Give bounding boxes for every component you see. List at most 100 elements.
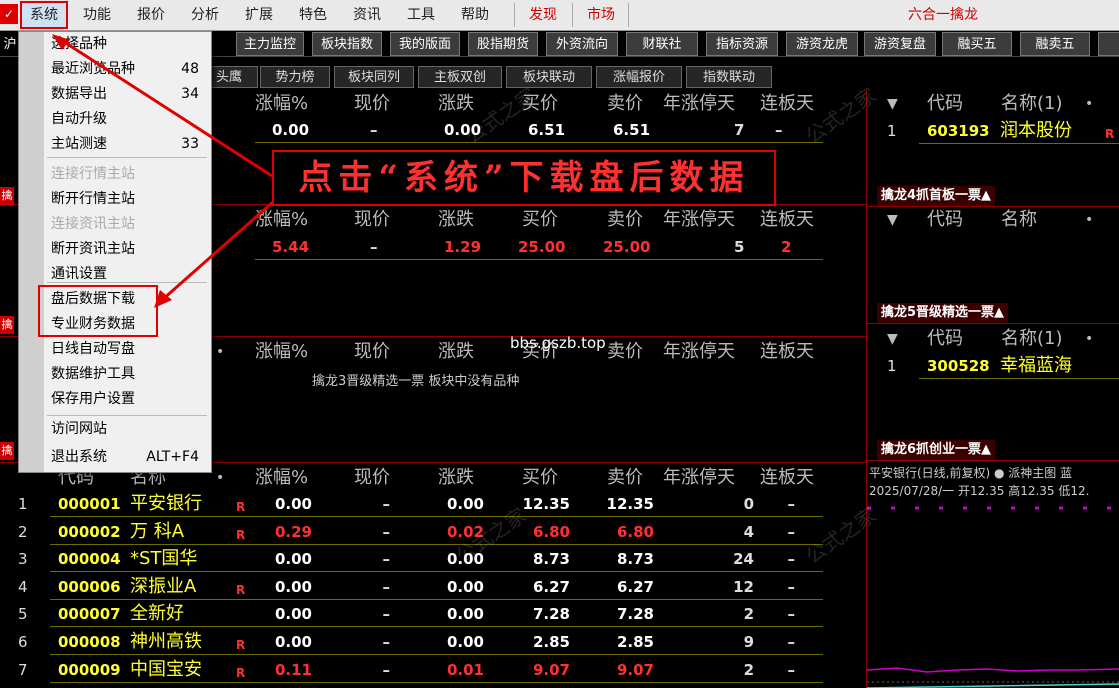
sort-arrow-icon[interactable]: ▼ [887,207,898,233]
stock-code[interactable]: 000004 [58,545,128,573]
menu-market[interactable]: 市场 [578,0,624,30]
menu-item[interactable]: 主站测速 33 [51,132,209,156]
tab[interactable]: 涨幅报价 [596,66,682,88]
menu-item[interactable]: 自动升级 [51,107,209,131]
tab[interactable]: 板块同列 [334,66,414,88]
sort-dot-icon[interactable]: • [1085,91,1093,117]
stock-name[interactable]: 平安银行 [130,490,230,518]
kline-chart[interactable] [867,500,1119,688]
col-header-price: 现价 [354,341,390,362]
menu-item[interactable]: 断开资讯主站 [51,237,209,261]
menu-quote[interactable]: 报价 [128,0,174,30]
tab[interactable]: 主板双创 [418,66,502,88]
col-header-change-pct: 涨幅% [255,467,309,488]
toolbar-button[interactable]: 游资龙虎 [786,32,858,56]
stock-code[interactable]: 000001 [58,490,128,518]
sort-arrow-icon[interactable]: ▼ [887,91,898,117]
stock-name[interactable]: 万 科A [130,518,230,546]
stock-code[interactable]: 603193 [927,117,990,145]
cell: – [382,633,391,651]
menu-help[interactable]: 帮助 [452,0,498,30]
menu-item[interactable]: 断开行情主站 [51,187,209,211]
cell: 6.51 [528,121,566,139]
menu-item[interactable]: 日线自动写盘 [51,337,209,361]
section-badge[interactable]: 擒龙4抓首板一票▲ [877,186,996,206]
sort-arrow-icon[interactable]: ▼ [887,326,898,352]
menu-item[interactable]: 数据维护工具 [51,362,209,386]
cell: – [787,550,796,569]
menu-item-shortcut: 48 [181,61,199,77]
stock-code[interactable]: 000008 [58,628,128,656]
row-index: 2 [18,522,28,541]
toolbar-button[interactable]: 我的版面 [390,32,460,56]
sort-dot-icon[interactable]: • [1085,207,1093,233]
menu-divider [47,157,207,158]
menu-news[interactable]: 资讯 [344,0,390,30]
sort-dot-icon[interactable]: • [1085,326,1093,352]
menu-item-label: 主站测速 [51,136,107,152]
stock-name[interactable]: 深振业A [130,573,230,601]
menu-function[interactable]: 功能 [74,0,120,30]
empty-message: 擒龙3晋级精选一票 板块中没有品种 [312,374,520,389]
menu-item-shortcut: 34 [181,86,199,102]
section-badge[interactable]: 擒龙6抓创业一票▲ [877,440,996,460]
menu-item[interactable]: 保存用户设置 [51,387,209,411]
stock-code[interactable]: 000007 [58,600,128,628]
toolbar-button[interactable]: 融买五 [942,32,1012,56]
col-header-change: 涨跌 [438,467,474,488]
row-underline [919,378,1119,379]
menu-system[interactable]: 系统 [20,1,68,29]
menu-item[interactable]: 访问网站 [51,417,209,441]
stock-code[interactable]: 300528 [927,352,990,380]
toolbar-button[interactable]: 外资流向 [546,32,618,56]
stock-code[interactable]: 000006 [58,573,128,601]
stock-code[interactable]: 000009 [58,656,128,684]
menu-item[interactable]: 最近浏览品种 48 [51,57,209,81]
cell: 0.29 [274,522,312,541]
cell: 5 [734,238,745,256]
sort-dot-icon[interactable]: • [216,339,224,365]
toolbar-button[interactable]: 主力监控 [236,32,304,56]
row-underline [255,259,823,260]
cell: 9.07 [616,660,654,679]
toolbar-button[interactable]: 财联社 [626,32,698,56]
cell: 2 [743,605,754,624]
col-header-change: 涨跌 [438,209,474,230]
toolbar-button-overflow[interactable] [1098,32,1119,56]
menu-item[interactable]: 数据导出 34 [51,82,209,106]
cell: 1.29 [444,238,482,256]
app-window: ✓ 系统 功能 报价 分析 扩展 特色 资讯 工具 帮助 发现 市场 六合一擒龙… [0,0,1119,688]
stock-code[interactable]: 000002 [58,518,128,546]
row-index: 1 [887,357,897,375]
menu-discover[interactable]: 发现 [520,0,566,30]
sort-dot-icon[interactable]: • [216,465,224,491]
section-badge[interactable]: 擒龙5晋级精选一票▲ [877,303,1009,323]
stock-name[interactable]: 润本股份 [1000,117,1072,145]
menu-tools[interactable]: 工具 [398,0,444,30]
toolbar-button[interactable]: 融卖五 [1020,32,1090,56]
toolbar-button[interactable]: 板块指数 [312,32,382,56]
toolbar-button[interactable]: 指标资源 [706,32,778,56]
toolbar-cut-label[interactable]: 沪 [0,32,20,56]
toolbar-button[interactable]: 股指期货 [468,32,538,56]
stock-name[interactable]: 中国宝安 [130,656,230,684]
menu-item-label: 退出系统 [51,449,107,465]
menu-item[interactable]: 退出系统 ALT+F4 [51,445,209,469]
instruction-callout: 点击“系统”下载盘后数据 [272,150,776,206]
stock-name[interactable]: 全新好 [130,600,230,628]
menu-item[interactable]: 选择品种 [51,32,209,56]
cell: 8.73 [532,550,570,569]
highlight-box [38,285,158,337]
cell: 5.44 [272,238,310,256]
tab[interactable]: 势力榜 [260,66,330,88]
menu-feature[interactable]: 特色 [290,0,336,30]
toolbar-button[interactable]: 游资复盘 [864,32,936,56]
stock-name[interactable]: 神州高铁 [130,628,230,656]
col-header-consecutive: 连板天 [760,209,814,230]
menu-extend[interactable]: 扩展 [236,0,282,30]
panel-divider [867,460,1119,461]
stock-name[interactable]: *ST国华 [130,545,230,573]
stock-name[interactable]: 幸福蓝海 [1000,352,1072,380]
menu-analysis[interactable]: 分析 [182,0,228,30]
tab[interactable]: 指数联动 [686,66,772,88]
